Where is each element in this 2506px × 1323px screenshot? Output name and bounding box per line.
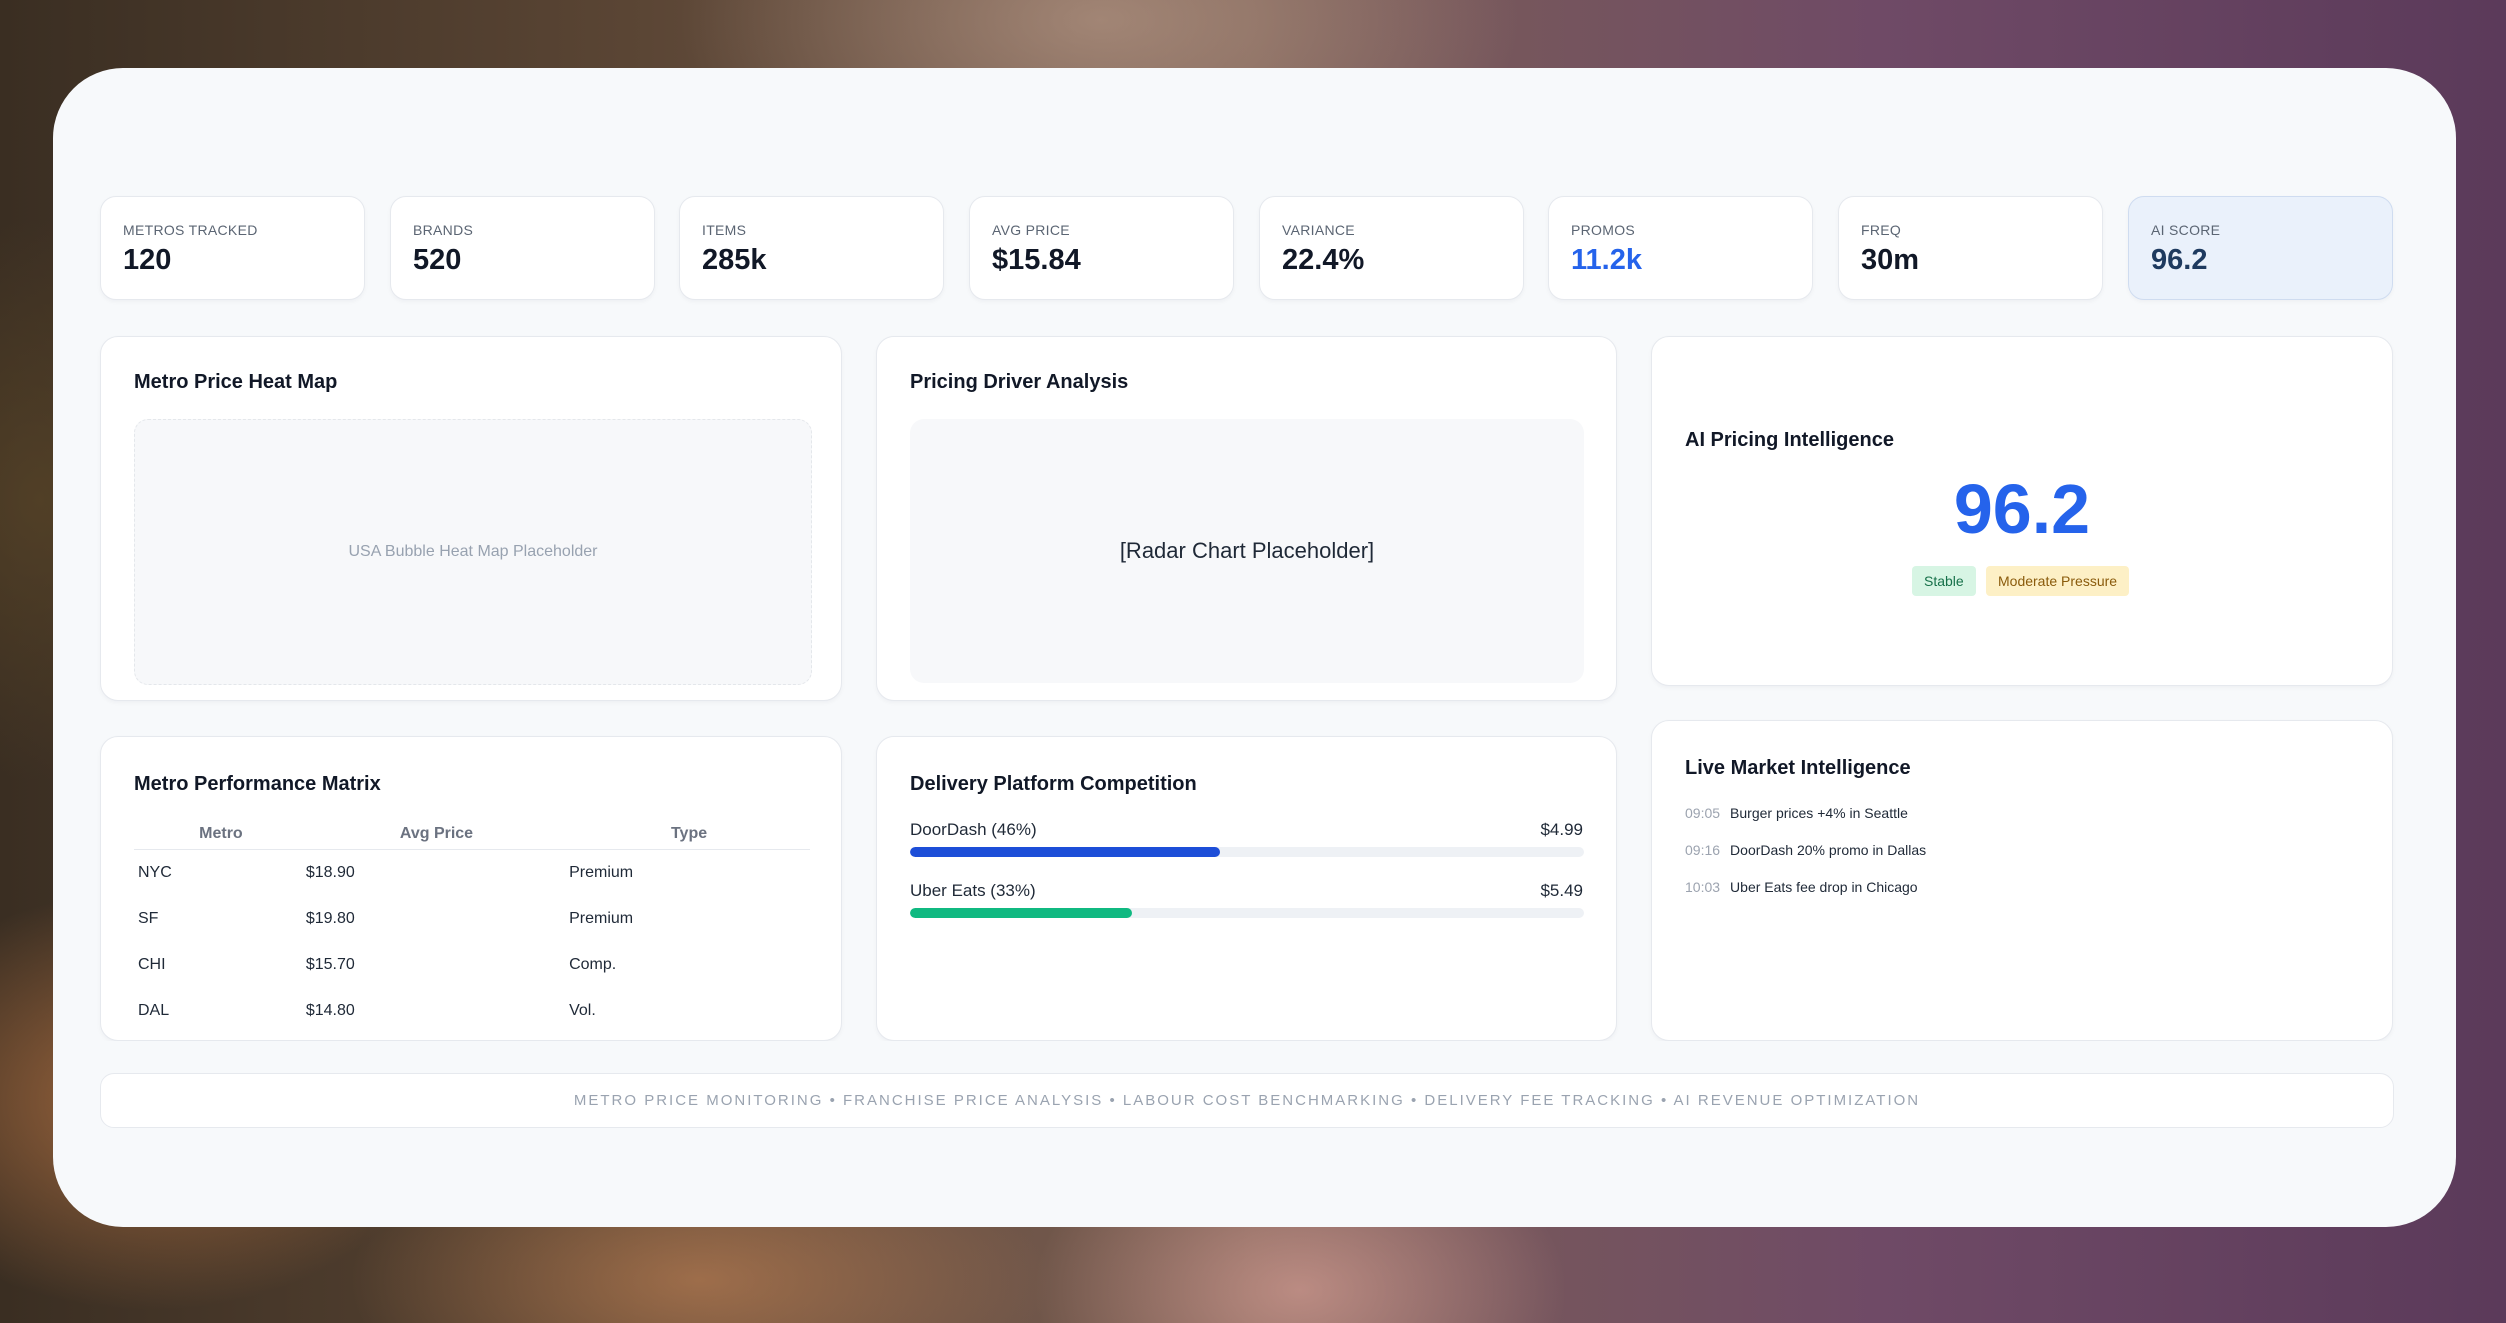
radar-title: Pricing Driver Analysis [910,371,1129,393]
feed-text: Uber Eats fee drop in Chicago [1730,879,1918,895]
ai-intelligence-panel: AI Pricing Intelligence 96.2 Stable Mode… [1651,336,2393,686]
feed-time: 09:16 [1685,842,1721,858]
cell-avg-price: $18.90 [305,864,355,881]
delivery-title: Delivery Platform Competition [910,773,1197,795]
kpi-value: $15.84 [992,244,1081,276]
kpi-label: Promos [1571,222,1636,238]
kpi-value: 11.2k [1571,244,1642,276]
cell-metro: SF [138,910,159,927]
kpi-label: AI Score [2151,222,2221,238]
cell-metro: NYC [138,864,172,881]
matrix-panel: Metro Performance Matrix Metro Avg Price… [100,736,842,1041]
cell-avg-price: $19.80 [305,910,355,927]
metro-matrix-table: Metro Avg Price Type NYC $18.90 Premium … [134,819,810,1034]
doordash-bar-fill [910,847,1221,857]
kpi-value: 22.4% [1282,244,1365,276]
kpi-value: 520 [413,244,462,276]
kpi-label: Variance [1282,222,1355,238]
column-header-type[interactable]: Type [568,819,810,850]
kpi-metros-tracked[interactable]: Metros Tracked 120 [100,196,365,300]
kpi-value: 285k [702,244,767,276]
kpi-brands[interactable]: Brands 520 [390,196,655,300]
kpi-items[interactable]: Items 285k [679,196,944,300]
cell-avg-price: $14.80 [305,1002,355,1019]
table-header-row: Metro Avg Price Type [134,819,810,850]
live-title: Live Market Intelligence [1685,757,1911,779]
ubereats-bar-fill [910,908,1133,918]
kpi-label: Avg Price [992,222,1070,238]
cell-type: Premium [569,910,634,927]
cell-metro: DAL [138,1002,170,1019]
live-intel-panel: Live Market Intelligence 09:05 Burger pri… [1651,720,2393,1041]
kpi-label: Items [702,222,747,238]
kpi-promos[interactable]: Promos 11.2k [1548,196,1813,300]
cell-avg-price: $15.70 [305,956,355,973]
kpi-variance[interactable]: Variance 22.4% [1259,196,1524,300]
ai-score-value: 96.2 [1953,470,2091,548]
matrix-title: Metro Performance Matrix [134,773,381,795]
footer-text: METRO PRICE MONITORING • FRANCHISE PRICE… [573,1092,1921,1109]
delivery-panel: Delivery Platform Competition DoorDash (… [876,736,1617,1041]
radar-placeholder: [Radar Chart Placeholder] [910,419,1584,683]
kpi-ai-score[interactable]: AI Score 96.2 [2128,196,2393,300]
feed-text: DoorDash 20% promo in Dallas [1730,842,1927,858]
doordash-bar-track [910,847,1584,857]
cell-metro: CHI [138,956,166,973]
kpi-value: 120 [123,244,172,276]
radar-panel: Pricing Driver Analysis [Radar Chart Pla… [876,336,1617,701]
table-row[interactable]: NYC $18.90 Premium [134,850,810,897]
feed-item[interactable]: 09:05 Burger prices +4% in Seattle [1685,805,1908,821]
ubereats-label: Uber Eats (33%) [910,881,1036,900]
table-row[interactable]: DAL $14.80 Vol. [134,988,810,1034]
doordash-label: DoorDash (46%) [910,820,1037,839]
ubereats-bar-track [910,908,1584,918]
feed-time: 09:05 [1685,805,1721,821]
ai-title: AI Pricing Intelligence [1685,429,1894,451]
feed-time: 10:03 [1685,879,1721,895]
feed-item[interactable]: 10:03 Uber Eats fee drop in Chicago [1685,879,1918,895]
heatmap-placeholder: USA Bubble Heat Map Placeholder [134,419,812,685]
cell-type: Premium [569,864,634,881]
ubereats-fee: $5.49 [1540,881,1583,900]
cell-type: Comp. [569,956,617,973]
table-row[interactable]: CHI $15.70 Comp. [134,942,810,988]
footer-services-bar: METRO PRICE MONITORING • FRANCHISE PRICE… [100,1073,2394,1128]
kpi-value: 96.2 [2151,244,2208,276]
kpi-row: Metros Tracked 120 Brands 520 Items 285k… [100,196,2394,300]
kpi-avg-price[interactable]: Avg Price $15.84 [969,196,1234,300]
kpi-label: Metros Tracked [123,222,258,238]
table-row[interactable]: SF $19.80 Premium [134,896,810,942]
doordash-fee: $4.99 [1540,820,1583,839]
feed-text: Burger prices +4% in Seattle [1730,805,1908,821]
heatmap-panel: Metro Price Heat Map USA Bubble Heat Map… [100,336,842,701]
heatmap-title: Metro Price Heat Map [134,371,338,393]
column-header-avg-price[interactable]: Avg Price [304,819,569,850]
feed-item[interactable]: 09:16 DoorDash 20% promo in Dallas [1685,842,1926,858]
panel-cutoff-mask [90,1041,2410,1067]
kpi-freq[interactable]: Freq 30m [1838,196,2103,300]
kpi-label: Freq [1861,222,1902,238]
cell-type: Vol. [569,1002,596,1019]
column-header-metro[interactable]: Metro [134,819,305,850]
kpi-value: 30m [1861,244,1920,276]
stable-badge: Stable [1912,566,1976,596]
pressure-badge: Moderate Pressure [1986,566,2130,596]
kpi-label: Brands [413,222,474,238]
